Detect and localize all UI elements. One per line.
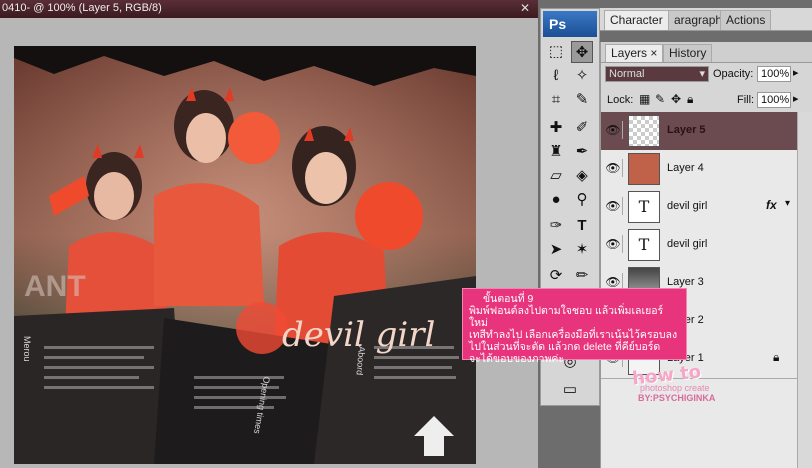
layer-row[interactable]: 👁︎ T devil girl: [601, 226, 797, 265]
blend-mode-select[interactable]: Normal ▾: [605, 66, 709, 82]
tab-layers[interactable]: Layers ×: [605, 44, 664, 62]
blend-mode-value: Normal: [609, 68, 645, 80]
layer-name: devil girl: [667, 200, 708, 212]
clone-stamp-icon[interactable]: ♜: [545, 141, 567, 163]
lock-transparency-icon[interactable]: ▦: [639, 92, 650, 106]
newspaper-text-1: Merou: [22, 336, 32, 362]
tab-character[interactable]: Character: [604, 10, 669, 30]
callout-line: ไปในส่วนที่จะตัด แล้วกด delete ที่คีย์บอ…: [469, 341, 661, 353]
layer-name: Layer 3: [667, 276, 704, 288]
fx-icon[interactable]: fx: [766, 198, 777, 212]
layer-row[interactable]: 👁︎ Layer 5: [601, 112, 797, 151]
crop-tool-icon[interactable]: ⌗: [545, 89, 567, 111]
fill-chevron-icon[interactable]: ▸: [793, 92, 799, 105]
tab-history[interactable]: History: [663, 44, 713, 62]
fill-input[interactable]: 100%: [757, 92, 791, 108]
visibility-eye-icon[interactable]: 👁︎: [604, 121, 623, 139]
blur-tool-icon[interactable]: ●: [545, 189, 567, 211]
history-brush-icon[interactable]: ✒: [571, 141, 593, 163]
document-title: 0410- @ 100% (Layer 5, RGB/8): [2, 2, 162, 14]
layers-scrollbar[interactable]: [797, 112, 812, 468]
notes-tool-icon[interactable]: ✏: [571, 265, 593, 287]
dodge-tool-icon[interactable]: ⚲: [571, 189, 593, 211]
layers-tabbar: Layers × History: [601, 42, 812, 63]
marquee-tool-icon[interactable]: ⬚: [545, 41, 567, 63]
layer-name: Layer 5: [667, 124, 706, 136]
document-close-icon[interactable]: ✕: [518, 1, 532, 15]
opacity-chevron-icon[interactable]: ▸: [793, 66, 799, 79]
tab-layers-label: Layers: [611, 46, 648, 60]
3d-rotate-icon[interactable]: ⟳: [545, 265, 567, 287]
path-selection-icon[interactable]: ➤: [545, 239, 567, 261]
lock-pixels-icon[interactable]: ✎: [655, 92, 665, 106]
visibility-eye-icon[interactable]: 👁︎: [604, 197, 623, 215]
visibility-eye-icon[interactable]: 👁︎: [604, 235, 623, 253]
lock-all-icon[interactable]: 🔒︎: [687, 92, 693, 107]
eyedropper-icon[interactable]: ✎: [571, 89, 593, 111]
callout-line: ขั้นตอนที่ 9: [483, 293, 534, 305]
move-tool-icon[interactable]: ✥: [571, 41, 593, 63]
fx-expand-icon[interactable]: ▾: [785, 198, 790, 209]
layer-row[interactable]: 👁︎ Layer 4: [601, 150, 797, 189]
type-tool-icon[interactable]: T: [571, 215, 593, 237]
document-titlebar: 0410- @ 100% (Layer 5, RGB/8) ✕: [0, 0, 538, 18]
paint-bucket-icon[interactable]: ◈: [571, 165, 593, 187]
opacity-input[interactable]: 100%: [757, 66, 791, 82]
artwork-image: Merou Opening times Aboord ANT devil gir…: [14, 46, 476, 464]
photoshop-logo: Ps: [543, 11, 597, 37]
pen-tool-icon[interactable]: ✑: [545, 215, 567, 237]
opacity-label: Opacity:: [713, 68, 754, 80]
screen-mode-icon[interactable]: ▭: [559, 379, 581, 401]
callout-line: พิมพ์ฟอนต์ลงไปตามใจชอบ แล้วเพิ่มเลเยอร์ใ…: [469, 305, 664, 329]
layer-name: devil girl: [667, 238, 708, 250]
lock-label: Lock:: [607, 94, 634, 106]
callout-line: เทสีทำลงไป เลือกเครื่องมือที่เราเน้นไว้ค…: [469, 329, 678, 341]
layer-thumbnail: [628, 115, 660, 147]
layer-row[interactable]: 👁︎ T devil girl fx ▾: [601, 188, 797, 227]
chevron-down-icon: ▾: [699, 68, 705, 80]
overlay-text: ANT: [24, 270, 86, 303]
layer-name: Layer 4: [667, 162, 704, 174]
layer-thumbnail: [628, 153, 660, 185]
tutorial-callout: ขั้นตอนที่ 9 พิมพ์ฟอนต์ลงไปตามใจชอบ แล้ว…: [462, 288, 687, 365]
fill-label: Fill:: [737, 94, 755, 106]
healing-brush-icon[interactable]: ✚: [545, 117, 567, 139]
lock-position-icon[interactable]: ✥: [671, 92, 681, 106]
brush-tool-icon[interactable]: ✐: [571, 117, 593, 139]
layer-lock-icon: 🔒︎: [773, 350, 780, 364]
headline-text: devil girl: [282, 315, 435, 355]
character-panel-tabs: Character aragraph Actions: [600, 8, 812, 31]
watermark: how to photoshop create BY:PSYCHIGINKA: [631, 361, 758, 414]
close-icon[interactable]: ×: [650, 46, 657, 60]
watermark-line-3: BY:PSYCHIGINKA: [638, 393, 716, 403]
text-layer-thumbnail: T: [628, 229, 660, 261]
magic-wand-icon[interactable]: ✧: [571, 65, 593, 87]
eraser-tool-icon[interactable]: ▱: [545, 165, 567, 187]
text-layer-thumbnail: T: [628, 191, 660, 223]
visibility-eye-icon[interactable]: 👁︎: [604, 159, 623, 177]
custom-shape-icon[interactable]: ✶: [571, 239, 593, 261]
tab-actions[interactable]: Actions: [720, 10, 772, 30]
lasso-tool-icon[interactable]: ℓ: [545, 65, 567, 87]
artwork-canvas[interactable]: Merou Opening times Aboord ANT devil gir…: [14, 46, 476, 464]
